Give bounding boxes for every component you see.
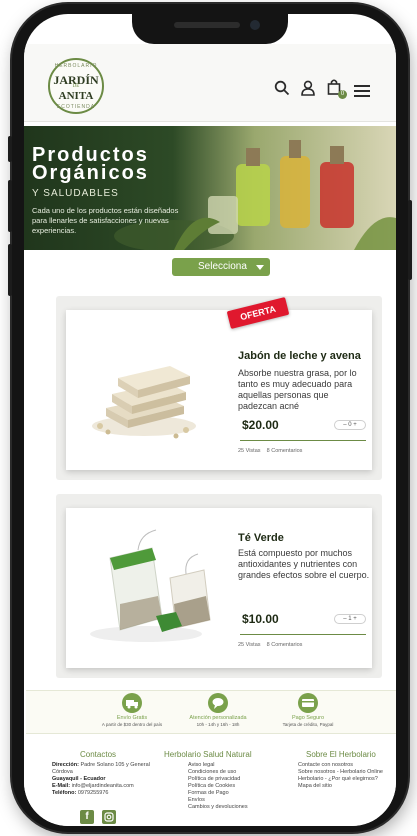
benefit-secure-payment: Pago Seguro Tarjeta de crédito, Paypal [248, 693, 368, 727]
hamburger-menu-icon[interactable] [354, 84, 370, 102]
banner-title-line-2: Orgánicos [32, 162, 149, 184]
product-title[interactable]: Té Verde [238, 532, 284, 544]
volume-down-button [8, 244, 12, 296]
product-meta: 25 Vistas 8 Comentarios [238, 642, 302, 648]
comments-count[interactable]: 8 Comentarios [267, 642, 303, 648]
footer-link[interactable]: Cambios y devoluciones [188, 804, 284, 811]
quantity-increment-button[interactable]: + [353, 616, 357, 622]
front-camera [250, 20, 260, 30]
footer-link[interactable]: Sobre nosotros - Herbolario Online [298, 769, 394, 776]
logo-line-3: ANITA [58, 90, 94, 102]
notch [132, 14, 288, 44]
chevron-down-icon [256, 265, 264, 270]
footer-link[interactable]: Contacte con nosotros [298, 762, 394, 769]
views-count: 25 Vistas [238, 642, 261, 648]
benefit-title: Pago Seguro [291, 715, 325, 721]
email-link[interactable]: info@eljardindeanita.com [72, 783, 134, 789]
benefit-subtitle: Tarjeta de crédito, Paypal [282, 722, 334, 727]
phone-link[interactable]: 0979255976 [78, 790, 109, 796]
cart-count-badge: 0 [338, 90, 347, 99]
phone-label: Teléfono: [52, 790, 77, 796]
footer-link[interactable]: Envíos [188, 797, 284, 804]
quantity-stepper[interactable]: – 1 + [334, 614, 366, 624]
quantity-increment-button[interactable]: + [353, 422, 357, 428]
footer-herbolario-heading: Herbolario Salud Natural [164, 750, 252, 759]
hero-banner: Productos Orgánicos Y SALUDABLES Cada un… [24, 126, 396, 250]
search-icon[interactable] [274, 80, 290, 101]
volume-up-button [8, 180, 12, 232]
product-divider [240, 440, 366, 441]
footer-link[interactable]: Política de privacidad [188, 776, 284, 783]
logo-top-text: HERBOLARIO [54, 63, 98, 69]
chat-icon [208, 693, 228, 713]
footer-link[interactable]: Aviso legal [188, 762, 284, 769]
footer-contact-heading: Contactos [80, 750, 117, 759]
instagram-icon[interactable] [102, 810, 116, 824]
product-price: $10.00 [242, 612, 279, 626]
address-label: Dirección: [52, 762, 79, 768]
soap-bars-image [92, 366, 196, 439]
power-button [408, 200, 412, 280]
footer-link[interactable]: Condiciones de uso [188, 769, 284, 776]
quantity-decrement-button[interactable]: – [343, 616, 346, 622]
brand-logo[interactable]: HERBOLARIO JARDÍN DE ANITA ECOTIENDA [48, 58, 104, 114]
footer-link[interactable]: Mapa del sitio [298, 783, 394, 790]
city-value: Guayaquil - Ecuador [52, 776, 106, 782]
silent-switch [8, 136, 12, 162]
footer-link[interactable]: Formas de Pago [188, 790, 284, 797]
credit-card-icon [298, 693, 318, 713]
email-label: E-Mail: [52, 783, 71, 789]
user-icon[interactable] [300, 80, 316, 101]
footer-about-heading: Sobre El Herbolario [306, 750, 376, 759]
product-divider [240, 634, 366, 635]
truck-icon [122, 693, 142, 713]
footer-link[interactable]: Herbolario - ¿Por qué elegirnos? [298, 776, 394, 783]
logo-line-2: DE [72, 84, 80, 89]
footer-about-links: Contacte con nosotros Sobre nosotros - H… [298, 762, 394, 790]
product-description: Está compuesto por muchos antioxidantes … [238, 548, 370, 580]
footer-contact-details: Dirección: Padre Solano 105 y General Có… [52, 762, 156, 797]
phone-screen: HERBOLARIO JARDÍN DE ANITA ECOTIENDA 0 P… [24, 14, 396, 826]
product-meta: 25 Vistas 8 Comentarios [238, 448, 302, 454]
speaker-grille [174, 22, 240, 28]
banner-subtitle: Y SALUDABLES [32, 188, 119, 199]
product-card[interactable]: Té Verde Está compuesto por muchos antio… [66, 508, 372, 668]
shopping-bag-icon[interactable]: 0 [326, 78, 347, 101]
views-count: 25 Vistas [238, 448, 261, 454]
tea-bags-image [90, 529, 211, 642]
quantity-decrement-button[interactable]: – [343, 422, 346, 428]
footer-link[interactable]: Política de Cookies [188, 783, 284, 790]
product-description: Absorbe nuestra grasa, por lo tanto es m… [238, 368, 357, 411]
category-select[interactable]: Selecciona [172, 258, 270, 276]
benefits-strip: Envío Gratis A partir de $30 dentro del … [26, 690, 396, 734]
banner-description: Cada uno de los productos están diseñado… [32, 206, 179, 235]
category-select-label: Selecciona [198, 261, 247, 272]
quantity-value: 1 [348, 616, 352, 622]
quantity-stepper[interactable]: – 0 + [334, 420, 366, 430]
site-header: HERBOLARIO JARDÍN DE ANITA ECOTIENDA 0 [24, 44, 396, 122]
logo-bottom-text: ECOTIENDA [56, 104, 96, 110]
product-title[interactable]: Jabón de leche y avena [238, 350, 361, 362]
site-footer: Contactos Dirección: Padre Solano 105 y … [24, 736, 396, 826]
product-card[interactable]: OFERTA Jabón de leche y avena Absorbe nu… [66, 297, 372, 470]
quantity-value: 0 [348, 422, 352, 428]
product-price: $20.00 [242, 418, 279, 432]
footer-herbolario-links: Aviso legal Condiciones de uso Política … [188, 762, 284, 811]
comments-count[interactable]: 8 Comentarios [267, 448, 303, 454]
facebook-icon[interactable]: f [80, 810, 94, 824]
